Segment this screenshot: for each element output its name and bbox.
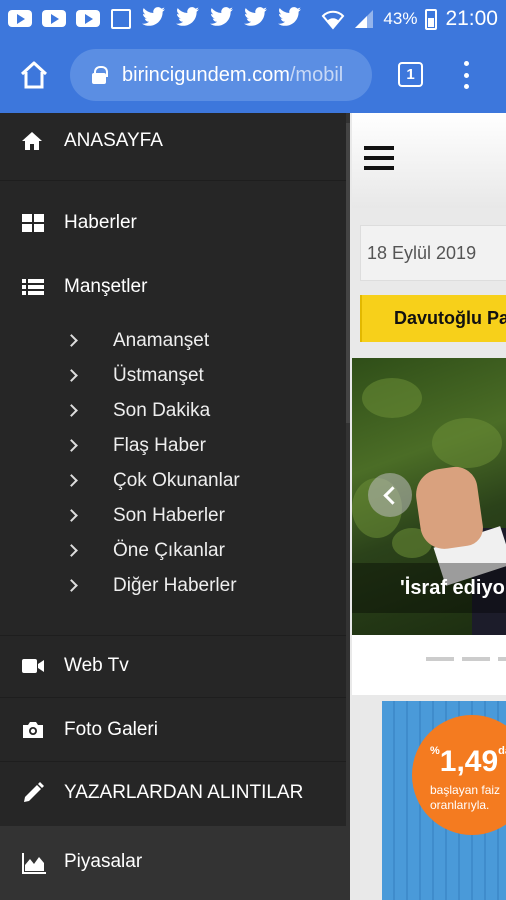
sidebar-item-label: Web Tv xyxy=(64,655,129,676)
gallery-notification-icon xyxy=(111,9,131,29)
youtube-notification-icon xyxy=(8,10,32,27)
chevron-right-icon xyxy=(65,474,78,487)
sidebar-item-mansetler[interactable]: Manşetler xyxy=(0,259,346,315)
twitter-notification-icon xyxy=(176,7,199,26)
slider-pagination xyxy=(352,635,506,695)
headline-slider[interactable]: 'İsraf ediyo xyxy=(352,358,506,635)
twitter-notification-icon xyxy=(244,7,267,26)
chevron-right-icon xyxy=(65,579,78,592)
submenu-item-label: Flaş Haber xyxy=(113,434,206,456)
submenu-item[interactable]: Son Dakika xyxy=(0,393,346,428)
submenu-item-label: Çok Okunanlar xyxy=(113,469,240,491)
submenu-item-label: Anamanşet xyxy=(113,329,210,351)
more-menu-icon[interactable] xyxy=(460,61,472,89)
divider xyxy=(0,697,346,698)
battery-percent: 43% xyxy=(383,9,418,28)
divider xyxy=(0,180,346,181)
submenu-item[interactable]: Çok Okunanlar xyxy=(0,463,346,498)
wifi-icon xyxy=(322,10,345,30)
photo-foliage xyxy=(362,378,422,418)
slide-caption[interactable]: 'İsraf ediyo xyxy=(352,563,506,613)
page-content: 18 Eylül 2019 Davutoğlu Pa 'İsraf ediyo … xyxy=(350,113,506,900)
chevron-right-icon xyxy=(65,334,78,347)
url-bar[interactable]: birincigundem.com/mobil xyxy=(70,49,372,101)
sidebar-item-foto-galeri[interactable]: Foto Galeri xyxy=(0,702,346,758)
submenu-item-label: Son Haberler xyxy=(113,504,225,526)
site-header xyxy=(352,113,506,208)
status-bar: 43% 21:00 xyxy=(0,0,506,37)
browser-toolbar: birincigundem.com/mobil 1 xyxy=(0,37,506,113)
submenu-item[interactable]: Flaş Haber xyxy=(0,428,346,463)
chevron-right-icon xyxy=(65,404,78,417)
twitter-notification-icon xyxy=(210,7,233,26)
sidebar-item-yazarlardan-alintilar[interactable]: YAZARLARDAN ALINTILAR xyxy=(0,765,346,821)
sidebar-item-label: Foto Galeri xyxy=(64,719,158,740)
sidebar-item-label: ANASAYFA xyxy=(64,130,163,151)
list-icon xyxy=(22,279,44,295)
date-box: 18 Eylül 2019 xyxy=(360,225,506,281)
submenu-item[interactable]: Öne Çıkanlar xyxy=(0,533,346,568)
area-chart-icon xyxy=(22,853,46,874)
lock-icon xyxy=(92,66,108,84)
breaking-headline[interactable]: Davutoğlu Pa xyxy=(360,295,506,342)
submenu-item[interactable]: Anamanşet xyxy=(0,323,346,358)
submenu-item[interactable]: Üstmanşet xyxy=(0,358,346,393)
chevron-right-icon xyxy=(65,509,78,522)
pencil-icon xyxy=(24,782,44,802)
pagination-dot[interactable] xyxy=(462,657,490,661)
sidebar-item-label: Piyasalar xyxy=(64,851,143,872)
ad-text: başlayan faiz oranlarıyla. xyxy=(430,783,501,812)
submenu-item[interactable]: Diğer Haberler xyxy=(0,568,346,603)
divider xyxy=(0,635,346,636)
submenu-item-label: Diğer Haberler xyxy=(113,574,237,596)
tab-switcher-button[interactable]: 1 xyxy=(398,62,423,87)
sidebar-item-anasayfa[interactable]: ANASAYFA xyxy=(0,113,346,169)
status-right: 43% 21:00 xyxy=(321,7,498,31)
video-camera-icon xyxy=(22,659,44,673)
photo-foliage xyxy=(432,418,502,468)
home-button-icon[interactable] xyxy=(18,59,50,91)
chevron-right-icon xyxy=(65,369,78,382)
submenu-item-label: Öne Çıkanlar xyxy=(113,539,225,561)
pagination-dot[interactable] xyxy=(426,657,454,661)
clock: 21:00 xyxy=(445,7,498,30)
youtube-notification-icon xyxy=(76,10,100,27)
twitter-notification-icon xyxy=(278,7,301,26)
divider xyxy=(0,761,346,762)
sidebar-item-haberler[interactable]: Haberler xyxy=(0,195,346,251)
submenu-item-label: Üstmanşet xyxy=(113,364,204,386)
advertisement-banner[interactable]: %1,49dan başlayan faizoranlarıyla. xyxy=(382,701,506,900)
submenu-item-label: Son Dakika xyxy=(113,399,211,421)
sidebar-item-label: YAZARLARDAN ALINTILAR xyxy=(64,782,304,803)
pagination-dot[interactable] xyxy=(498,657,506,661)
chevron-right-icon xyxy=(65,439,78,452)
ad-rate: %1,49dan xyxy=(430,745,506,778)
home-icon xyxy=(22,132,42,150)
sidebar-item-piyasalar[interactable]: Piyasalar xyxy=(0,826,346,900)
url-text: birincigundem.com/mobil xyxy=(122,63,344,86)
signal-icon xyxy=(355,10,374,28)
ad-rate-badge: %1,49dan başlayan faizoranlarıyla. xyxy=(412,715,506,835)
twitter-notification-icon xyxy=(142,7,165,26)
grid-icon xyxy=(22,214,44,232)
sidebar-menu: ANASAYFA Haberler Manşetler Anamanşet Üs… xyxy=(0,113,350,900)
sidebar-item-label: Manşetler xyxy=(64,276,148,297)
sidebar-item-web-tv[interactable]: Web Tv xyxy=(0,638,346,694)
chevron-right-icon xyxy=(65,544,78,557)
hamburger-menu-icon[interactable] xyxy=(364,146,394,170)
camera-icon xyxy=(23,722,43,738)
battery-icon xyxy=(425,8,438,30)
youtube-notification-icon xyxy=(42,10,66,27)
slider-prev-button[interactable] xyxy=(368,473,412,517)
sidebar-item-label: Haberler xyxy=(64,212,137,233)
submenu-item[interactable]: Son Haberler xyxy=(0,498,346,533)
